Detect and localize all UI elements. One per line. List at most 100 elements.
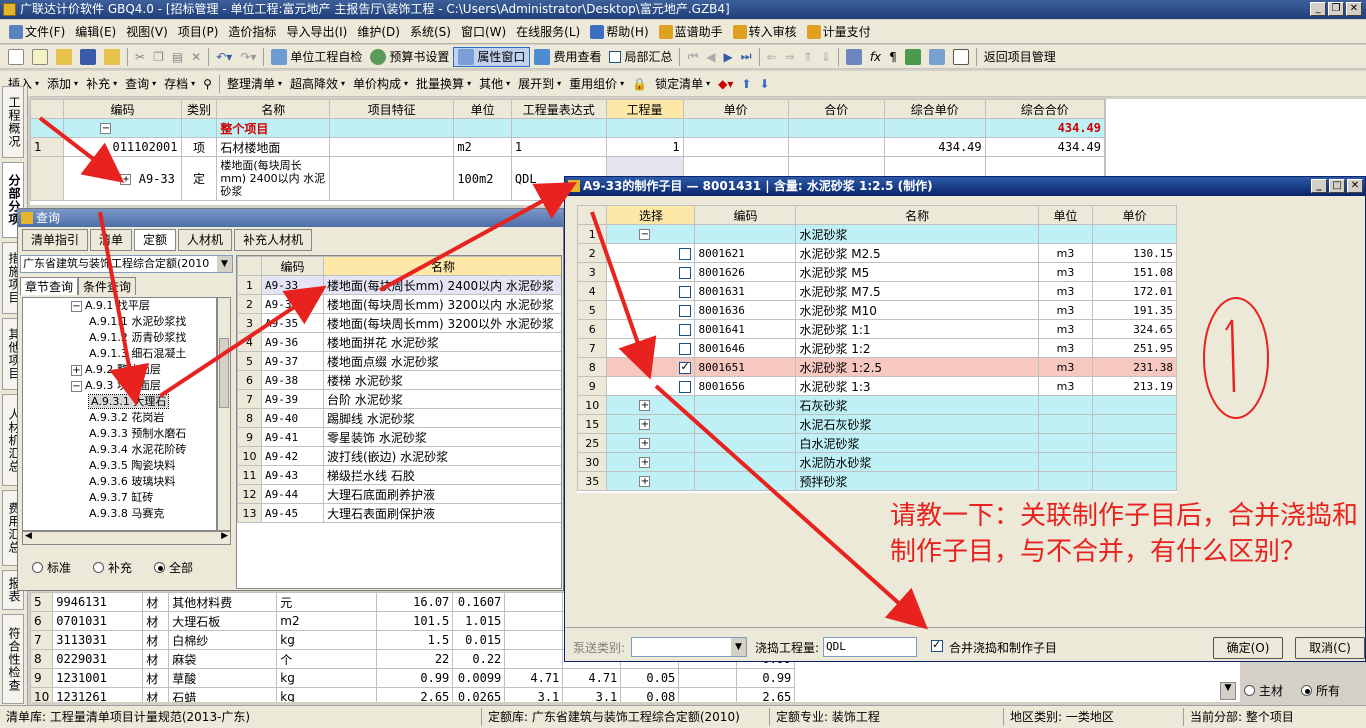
expand-icon[interactable]: +: [639, 438, 651, 449]
tab-project-overview[interactable]: 工程概况: [2, 86, 24, 158]
library-select[interactable]: 广东省建筑与装饰工程综合定额(2010 ▼: [20, 255, 233, 273]
list-item[interactable]: 1 A9-33 楼地面(每块周长mm) 2400以内 水泥砂浆: [237, 275, 561, 295]
expand-icon[interactable]: +: [71, 364, 82, 376]
list-item[interactable]: 9 A9-41 零星装饰 水泥砂浆: [237, 427, 561, 447]
menu-item-1[interactable]: 编辑(E): [70, 23, 121, 40]
tree-node[interactable]: A.9.3.6 玻璃块料: [23, 474, 216, 490]
table-row[interactable]: 6 8001641 水泥砂浆 1:1 m3 324.65: [577, 319, 1177, 339]
dialog-close-button[interactable]: ✕: [1347, 179, 1363, 193]
dialog-minimize-button[interactable]: _: [1311, 179, 1327, 193]
toolbar-button-7[interactable]: 单价构成 ▾: [349, 74, 412, 94]
tree-node[interactable]: A.9.3.5 陶瓷块料: [23, 458, 216, 474]
query-tab-0[interactable]: 清单指引: [22, 229, 89, 251]
col-name[interactable]: 名称: [795, 205, 1039, 225]
toolbar-button-5[interactable]: 整理清单 ▾: [223, 74, 286, 94]
table-row[interactable]: 4 8001631 水泥砂浆 M7.5 m3 172.01: [577, 281, 1177, 301]
pump-type-select[interactable]: ▼: [631, 637, 747, 657]
menu-item-3[interactable]: 项目(P): [173, 23, 224, 40]
paste-icon[interactable]: ▤: [168, 47, 187, 67]
table-row[interactable]: 35 + 预拌砂浆: [577, 471, 1177, 491]
new-icon[interactable]: [4, 47, 28, 67]
arrow-left-icon[interactable]: ⇐: [763, 47, 781, 67]
table-row[interactable]: 9 1231001 材草酸 kg 0.99 0.0099 4.71 4.71 0.05 0.99: [30, 668, 796, 688]
cancel-button[interactable]: 取消(C): [1295, 637, 1365, 659]
list-icon[interactable]: [949, 47, 973, 67]
tab-condition-query[interactable]: 条件查询: [78, 277, 137, 295]
library-filter-radio-1[interactable]: 补充: [93, 559, 132, 576]
tree-node[interactable]: A.9.3.2 花岗岩: [23, 410, 216, 426]
copy-icon[interactable]: ❐: [149, 47, 168, 67]
chevron-down-icon[interactable]: ▼: [1220, 682, 1236, 700]
property-window-button[interactable]: 属性窗口: [453, 46, 531, 67]
list-item[interactable]: 12 A9-44 大理石底面刷养护液: [237, 484, 561, 504]
tab-compliance-check[interactable]: 符合性检查: [2, 614, 24, 704]
material-filter-radio-0[interactable]: 主材: [1244, 682, 1283, 699]
cell-select[interactable]: −: [606, 224, 696, 244]
cell-select[interactable]: +: [606, 414, 696, 434]
arrow-up-icon[interactable]: ⇑: [799, 47, 817, 67]
query-tab-3[interactable]: 人材机: [178, 229, 233, 251]
cell-select[interactable]: [606, 376, 696, 396]
query-tab-2[interactable]: 定额: [134, 229, 177, 251]
folder-icon[interactable]: [100, 47, 124, 67]
col-code[interactable]: 编码: [63, 99, 182, 119]
row-checkbox[interactable]: [679, 380, 692, 393]
cell-select[interactable]: +: [606, 471, 696, 491]
tree-node[interactable]: A.9.1.2 沥青砂浆找: [23, 330, 216, 346]
tab-chapter-query[interactable]: 章节查询: [20, 277, 79, 295]
local-summary-checkbox[interactable]: [609, 50, 622, 63]
table-row[interactable]: 3 8001626 水泥砂浆 M5 m3 151.08: [577, 262, 1177, 282]
expand-icon[interactable]: +: [639, 457, 651, 468]
query-tab-4[interactable]: 补充人材机: [234, 229, 313, 251]
menu-item-5[interactable]: 导入导出(I): [281, 23, 352, 40]
ok-button[interactable]: 确定(O): [1213, 637, 1283, 659]
library-filter-radio-0[interactable]: 标准: [32, 559, 71, 576]
merge-checkbox[interactable]: [931, 638, 943, 652]
scroll-right-icon[interactable]: ▶: [221, 531, 228, 541]
tree-node[interactable]: A.9.3.8 马赛克: [23, 506, 216, 522]
list-item[interactable]: 13 A9-45 大理石表面刷保护液: [237, 503, 561, 523]
menu-item-13[interactable]: 计量支付: [802, 23, 876, 40]
tree-node[interactable]: + A.9.2 整体面层: [23, 362, 216, 378]
row-checkbox[interactable]: [679, 323, 692, 336]
undo-icon[interactable]: ↶▾: [212, 47, 236, 67]
table-row[interactable]: 10 1231261 材石蜡 kg 2.65 0.0265 3.1 3.1 0.08 2.65: [30, 687, 796, 702]
table-row[interactable]: 2 8001621 水泥砂浆 M2.5 m3 130.15: [577, 243, 1177, 263]
toolbar-button-6[interactable]: 超高降效 ▾: [286, 74, 349, 94]
collapse-icon[interactable]: −: [100, 123, 112, 134]
tree-node[interactable]: A.9.3.4 水泥花阶砖: [23, 442, 216, 458]
paint-bucket-icon[interactable]: ◆▾: [714, 74, 737, 94]
toolbar-button-4[interactable]: 存档 ▾: [160, 74, 199, 94]
move-down-icon[interactable]: ⬇: [755, 74, 773, 94]
arrow-down-icon[interactable]: ⇓: [817, 47, 835, 67]
list-item[interactable]: 2 A9-34 楼地面(每块周长mm) 3200以内 水泥砂浆: [237, 294, 561, 314]
minimize-button[interactable]: _: [1310, 2, 1326, 16]
chevron-down-icon[interactable]: ▼: [731, 638, 746, 656]
library-filter-radio-2[interactable]: 全部: [154, 559, 193, 576]
first-icon[interactable]: ⏮: [683, 47, 702, 67]
col-feature[interactable]: 项目特征: [329, 99, 455, 119]
row-checkbox[interactable]: [679, 360, 692, 374]
scrollbar-thumb[interactable]: [219, 338, 229, 408]
menu-item-7[interactable]: 系统(S): [405, 23, 456, 40]
col-code[interactable]: 编码: [261, 256, 324, 276]
toolbar-button-12[interactable]: 锁定清单 ▾: [651, 74, 714, 94]
table-row[interactable]: 1 − 水泥砂浆: [577, 224, 1177, 244]
expand-icon[interactable]: +: [120, 173, 132, 185]
return-project-button[interactable]: 返回项目管理: [980, 47, 1060, 67]
formula-icon[interactable]: fx: [866, 47, 885, 67]
row-checkbox[interactable]: [679, 266, 692, 279]
row-checkbox[interactable]: [679, 247, 692, 260]
cell-select[interactable]: +: [606, 433, 696, 453]
tree-vertical-scrollbar[interactable]: [217, 297, 231, 531]
row-checkbox[interactable]: [679, 304, 692, 317]
cell-select[interactable]: [606, 262, 696, 282]
tree-node[interactable]: A.9.1.1 水泥砂浆找: [23, 314, 216, 330]
col-unit[interactable]: 单位: [453, 99, 512, 119]
close-button[interactable]: ✕: [1346, 2, 1362, 16]
next-icon[interactable]: ▶: [720, 47, 737, 67]
toolbar-button-10[interactable]: 展开到 ▾: [514, 74, 565, 94]
query-tab-1[interactable]: 清单: [90, 229, 133, 251]
table-row[interactable]: 8 8001651水泥砂浆 1:2.5m3231.38: [577, 357, 1177, 377]
local-summary-button[interactable]: 局部汇总: [605, 47, 676, 67]
